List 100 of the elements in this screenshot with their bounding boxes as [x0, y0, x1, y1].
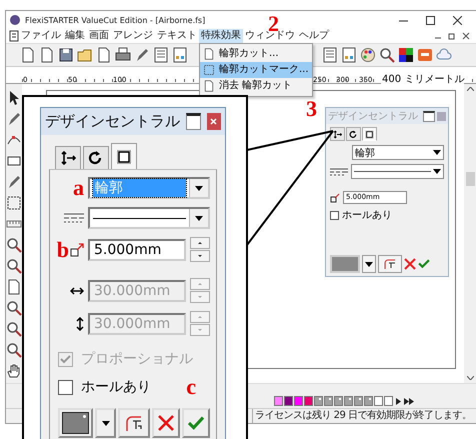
color-swatch[interactable] [334, 396, 343, 406]
color-swatch[interactable] [344, 396, 353, 406]
scroll-down-icon[interactable] [466, 376, 474, 380]
document-icon [203, 48, 215, 60]
width-arrows-icon [70, 286, 84, 294]
checkmark-icon [60, 354, 71, 364]
magnifier-icon[interactable] [6, 342, 22, 358]
selection-frame-icon [203, 64, 215, 76]
panel-tab[interactable] [55, 146, 81, 169]
color-swatch-button[interactable] [58, 408, 94, 438]
checkbox-label: ホールあり [81, 378, 151, 396]
next-icon[interactable] [394, 396, 403, 406]
selection-frame-icon[interactable] [6, 195, 22, 211]
magnifier-icon[interactable] [6, 321, 22, 337]
document-icon[interactable] [39, 47, 55, 63]
outline-dropdown[interactable]: 輪郭 [352, 145, 444, 160]
menu-item[interactable]: 特殊効果 [199, 29, 243, 43]
line-style-icon [64, 213, 84, 223]
printer-icon[interactable] [115, 47, 131, 63]
panel-tab[interactable] [346, 127, 361, 141]
page-layout-icon[interactable] [153, 47, 169, 63]
menu-item[interactable]: テキスト [155, 29, 199, 43]
menu-item[interactable]: 画面 [87, 29, 111, 43]
panel-title: デザインセントラル [328, 110, 419, 123]
caret-icon [365, 262, 373, 266]
pen-icon[interactable] [134, 47, 150, 63]
magnifier-icon[interactable] [6, 258, 22, 274]
outline-square-icon [365, 130, 374, 138]
document-icon[interactable] [6, 279, 22, 295]
grid-icon[interactable] [341, 47, 357, 63]
marker-letter: a [73, 177, 84, 199]
line-style-dropdown[interactable] [351, 164, 444, 179]
dropdown-button[interactable] [362, 255, 376, 273]
checkbox[interactable] [58, 380, 73, 394]
ruler-label: 400 ミリメートル [381, 74, 464, 85]
size-icon [70, 242, 84, 256]
document-icon[interactable] [20, 47, 36, 63]
checkmark-icon [187, 416, 205, 430]
color-swatch[interactable] [324, 396, 333, 406]
menu-option[interactable]: 消去 輪郭カット [200, 78, 312, 94]
menu-item[interactable]: ヘルプ [297, 29, 331, 43]
color-swatch[interactable] [294, 396, 303, 406]
panel-tab[interactable] [330, 127, 345, 141]
color-swatch[interactable] [314, 396, 323, 406]
panel-title: デザインセントラル [45, 112, 180, 131]
color-swatch[interactable] [304, 396, 313, 406]
panel-tab[interactable] [83, 146, 109, 169]
magnifier-icon[interactable] [6, 300, 22, 316]
last-icon[interactable] [404, 396, 415, 406]
grid-icon[interactable] [172, 47, 188, 63]
close-icon[interactable] [462, 32, 470, 40]
color-swatch[interactable] [384, 396, 393, 406]
resize-arrows-icon [60, 150, 76, 166]
close-button[interactable] [206, 113, 221, 130]
menu-item[interactable]: 編集 [63, 29, 87, 43]
caret-icon [433, 169, 441, 174]
size-field[interactable]: 5.000mm [88, 238, 186, 260]
panel-tab[interactable] [362, 127, 377, 141]
scroll-up-icon[interactable] [466, 87, 474, 91]
menu-item[interactable]: ファイル [19, 29, 63, 43]
corner-style-button[interactable] [378, 255, 402, 273]
folder-icon[interactable] [77, 47, 93, 63]
line-style-icon [330, 168, 348, 176]
color-swatch-button[interactable] [330, 255, 360, 273]
pen-icon[interactable] [6, 111, 22, 127]
checkbox[interactable] [330, 210, 339, 220]
resize-arrows-icon [333, 130, 342, 138]
menu-option[interactable]: 輪郭カットマーク... [200, 62, 312, 78]
minimize-button[interactable] [423, 110, 435, 122]
magnifier-icon[interactable] [6, 237, 22, 253]
document-icon[interactable] [9, 30, 19, 42]
ok-button[interactable] [182, 408, 210, 438]
restore-icon[interactable] [448, 32, 456, 40]
palette-icon[interactable] [360, 47, 376, 63]
scrollbar-thumb[interactable] [466, 172, 474, 186]
spin-up-button[interactable] [190, 237, 210, 249]
status-text: ライセンスは残り 29 日で有効期限が終了します。 [252, 409, 472, 423]
color-grid-icon[interactable] [398, 47, 414, 63]
color-swatch[interactable] [374, 396, 383, 406]
cancel-icon[interactable] [404, 258, 416, 270]
menu-item[interactable]: アレンジ [111, 29, 155, 43]
checkmark-icon[interactable] [418, 259, 430, 269]
menu-option[interactable]: 輪郭カット... [200, 46, 312, 62]
close-icon[interactable] [453, 16, 462, 24]
pen-icon[interactable] [6, 174, 22, 190]
spin-down-button[interactable] [190, 250, 210, 262]
color-swatch[interactable] [284, 396, 293, 406]
cancel-button[interactable] [152, 408, 180, 438]
maximize-icon[interactable] [426, 16, 435, 24]
color-swatch[interactable] [274, 396, 283, 406]
hand-icon[interactable] [6, 363, 22, 379]
page-layout-icon[interactable] [322, 47, 338, 63]
color-swatch[interactable] [364, 396, 373, 406]
minimize-button[interactable] [186, 113, 201, 130]
panel-tab[interactable] [111, 143, 137, 169]
color-swatch[interactable] [354, 396, 363, 406]
caret-icon [433, 150, 441, 155]
magnifier-icon[interactable] [379, 47, 395, 63]
document-icon[interactable] [96, 47, 112, 63]
line-style-dropdown[interactable] [88, 207, 210, 229]
